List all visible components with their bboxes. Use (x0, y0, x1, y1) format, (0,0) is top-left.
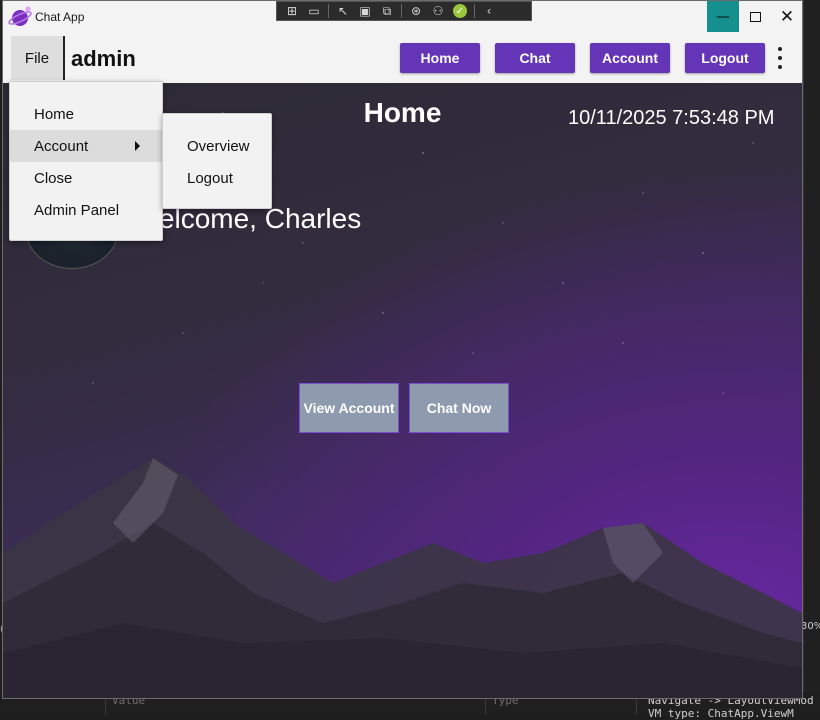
accessibility-icon[interactable]: ⚇ (427, 2, 449, 20)
submenu-item-overview[interactable]: Overview (163, 130, 271, 162)
menu-item-close[interactable]: Close (10, 162, 162, 194)
more-options-icon[interactable] (775, 47, 785, 69)
nav-home-button[interactable]: Home (400, 43, 480, 73)
checker-status-icon[interactable]: ✓ (449, 2, 471, 20)
maximize-button[interactable] (739, 1, 771, 32)
track-focus-icon[interactable]: ⧉ (376, 2, 398, 20)
view-account-button[interactable]: View Account (299, 383, 399, 433)
video-icon[interactable]: ▭ (303, 2, 325, 20)
nav-account-button[interactable]: Account (590, 43, 670, 73)
chat-now-button[interactable]: Chat Now (409, 383, 509, 433)
app-window: Chat App ⊞ ▭ ↖ ▣ ⧉ ⊛ ⚇ ✓ ‹ — ✕ File admi… (2, 0, 803, 699)
collapse-toolbar-icon[interactable]: ‹ (478, 2, 500, 20)
app-header: File admin Home Chat Account Logout (3, 33, 802, 83)
file-menu-button[interactable]: File (11, 36, 65, 80)
menu-item-account[interactable]: Account (10, 130, 162, 162)
account-submenu: Overview Logout (162, 113, 272, 209)
window-title: Chat App (35, 10, 85, 24)
toolbar-separator (328, 4, 329, 18)
app-logo-icon (8, 6, 32, 26)
pointer-select-icon[interactable]: ↖ (332, 2, 354, 20)
menu-item-home[interactable]: Home (10, 98, 162, 130)
maximize-icon (749, 11, 761, 22)
title-bar[interactable]: Chat App ⊞ ▭ ↖ ▣ ⧉ ⊛ ⚇ ✓ ‹ — ✕ (3, 1, 802, 33)
datetime-display: 10/11/2025 7:53:48 PM (568, 107, 775, 129)
ide-zoom-level: 30% (801, 621, 820, 632)
select-element-icon[interactable]: ⊞ (281, 2, 303, 20)
user-role-label: admin (71, 46, 136, 71)
submenu-arrow-icon (135, 141, 140, 151)
toolbar-separator (474, 4, 475, 18)
ide-log-line: VM type: ChatApp.ViewM (648, 707, 794, 720)
nav-logout-button[interactable]: Logout (685, 43, 765, 73)
menu-item-admin-panel[interactable]: Admin Panel (10, 194, 162, 226)
close-button[interactable]: ✕ (771, 1, 802, 32)
binding-failures-icon[interactable]: ⊛ (405, 2, 427, 20)
layout-adorner-icon[interactable]: ▣ (354, 2, 376, 20)
file-dropdown-menu: Home Account Close Admin Panel (9, 81, 163, 241)
nav-chat-button[interactable]: Chat (495, 43, 575, 73)
minimize-button[interactable]: — (707, 1, 739, 32)
xaml-debug-toolbar: ⊞ ▭ ↖ ▣ ⧉ ⊛ ⚇ ✓ ‹ (276, 1, 532, 21)
menu-item-account-label: Account (34, 137, 89, 155)
toolbar-separator (401, 4, 402, 18)
submenu-item-logout[interactable]: Logout (163, 162, 271, 194)
ide-right-panel (803, 0, 820, 715)
